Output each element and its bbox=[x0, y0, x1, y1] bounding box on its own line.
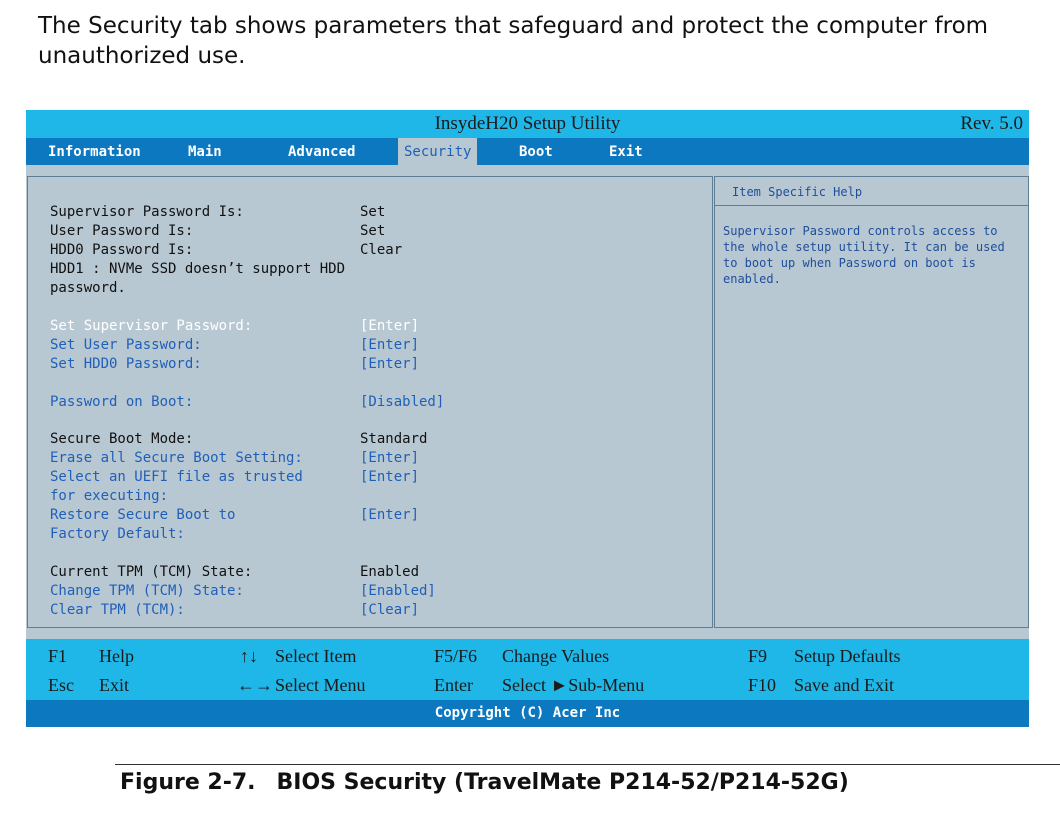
key-updown: ↑↓ bbox=[240, 646, 258, 666]
help-text: Supervisor Password controls access to t… bbox=[723, 224, 1005, 286]
key-updown-action: Select Item bbox=[275, 646, 357, 666]
tab-boot[interactable]: Boot bbox=[519, 138, 553, 165]
copyright-bar: Copyright (C) Acer Inc bbox=[26, 700, 1029, 727]
bios-screen: InsydeH20 Setup Utility Rev. 5.0 Informa… bbox=[26, 110, 1029, 727]
title-bar: InsydeH20 Setup Utility Rev. 5.0 bbox=[26, 110, 1029, 138]
key-esc: Esc bbox=[48, 675, 74, 695]
key-enter: Enter bbox=[434, 675, 473, 695]
key-leftright-action: Select Menu bbox=[275, 675, 366, 695]
key-f5f6: F5/F6 bbox=[434, 646, 478, 666]
figure-title: BIOS Security (TravelMate P214-52/P214-5… bbox=[276, 770, 849, 795]
caption-rule bbox=[115, 764, 1060, 765]
help-panel: Item Specific Help Supervisor Password c… bbox=[714, 176, 1029, 628]
tab-main[interactable]: Main bbox=[188, 138, 222, 165]
key-f9-action: Setup Defaults bbox=[794, 646, 901, 666]
help-title: Item Specific Help bbox=[715, 177, 1028, 206]
key-esc-action: Exit bbox=[99, 675, 129, 695]
key-f10: F10 bbox=[748, 675, 777, 695]
key-legend: F1 Help ↑↓ Select Item F5/F6 Change Valu… bbox=[26, 639, 1029, 700]
intro-text: The Security tab shows parameters that s… bbox=[38, 13, 989, 69]
key-leftright: ←→ bbox=[237, 675, 273, 695]
key-f10-action: Save and Exit bbox=[794, 675, 894, 695]
tab-information[interactable]: Information bbox=[48, 138, 141, 165]
key-f1: F1 bbox=[48, 646, 68, 666]
tab-advanced[interactable]: Advanced bbox=[288, 138, 355, 165]
revision-label: Rev. 5.0 bbox=[960, 113, 1023, 134]
tab-security[interactable]: Security bbox=[398, 138, 478, 165]
figure-number: Figure 2-7. bbox=[120, 770, 256, 795]
key-f1-action: Help bbox=[99, 646, 134, 666]
key-f5f6-action: Change Values bbox=[502, 646, 610, 666]
tab-exit[interactable]: Exit bbox=[609, 138, 643, 165]
settings-panel: Supervisor Password Is: Set User Passwor… bbox=[27, 176, 713, 628]
key-enter-action: Select ►Sub-Menu bbox=[502, 675, 645, 695]
tab-bar: Information Main Advanced Security Boot … bbox=[26, 138, 1029, 165]
utility-title: InsydeH20 Setup Utility bbox=[434, 113, 621, 134]
key-f9: F9 bbox=[748, 646, 768, 666]
figure-caption: Figure 2-7. BIOS Security (TravelMate P2… bbox=[120, 770, 849, 795]
